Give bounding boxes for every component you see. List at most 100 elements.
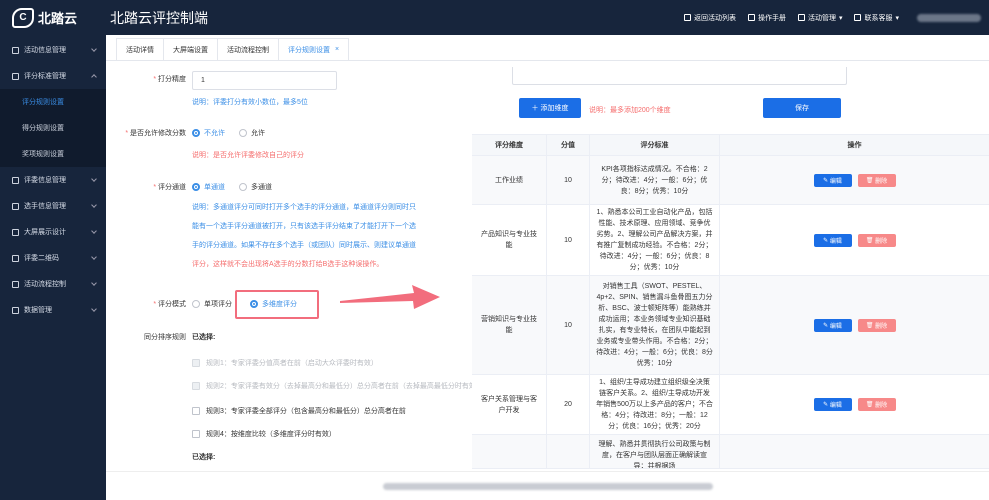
delete-button[interactable]: 🗑 删除 <box>857 233 896 247</box>
sidebar-subitem-score-rule[interactable]: 评分规则设置 <box>0 89 106 115</box>
logo: C 北踏云 <box>0 0 106 35</box>
contact-service-menu[interactable]: 联系客服 ▾ <box>854 13 899 23</box>
selected-label: 已选择: <box>192 334 216 341</box>
save-button[interactable]: 保存 <box>763 98 841 118</box>
dimension-name: 工作业绩 <box>472 156 547 204</box>
col-criteria: 评分标准 <box>590 135 720 155</box>
chevron-down-icon <box>91 46 97 52</box>
edit-button[interactable]: ✎ 编辑 <box>813 398 852 411</box>
sidebar-item-judges[interactable]: 评委信息管理 <box>0 167 106 193</box>
grid-icon <box>683 14 691 21</box>
radio-single-channel[interactable]: 单通道 <box>192 182 225 192</box>
dimension-criteria: 1、组织/主导成功建立组织级全决策链客户关系。2、组织/主导成功开发年销售500… <box>590 375 720 434</box>
qrcode-icon <box>12 254 19 262</box>
user-account-menu[interactable] <box>917 13 981 22</box>
chevron-down-icon <box>91 280 97 286</box>
radio-allow[interactable]: 允许 <box>239 128 265 138</box>
dimension-name: 产品知识与专业技能 <box>472 205 547 275</box>
dimension-criteria: 理解、熟悉并贯彻执行公司政策与制度，在客户与团队层面正确解读宣导；并根据场 <box>590 435 720 468</box>
allow-modify-hint: 说明：是否允许评委修改自己的评分 <box>192 152 304 159</box>
chevron-down-icon <box>91 176 97 182</box>
sidebar-item-activity-info[interactable]: 活动信息管理 <box>0 37 106 63</box>
allow-modify-label: * 是否允许修改分数 <box>125 129 186 138</box>
channel-radios: 单通道 多通道 <box>192 182 286 192</box>
delete-button[interactable]: 🗑 删除 <box>857 318 896 332</box>
col-score: 分值 <box>547 135 590 155</box>
dimension-name: 营销知识与专业技能 <box>472 276 547 374</box>
table-row: 产品知识与专业技能 10 1、熟悉本公司工业自动化产品，包括性能、技术原理、应用… <box>472 205 989 276</box>
activity-manage-menu[interactable]: 活动管理 ▾ <box>797 13 843 23</box>
table-row: 工作业绩 10 KPI各项指标达成情况。不合格：2分；待改进：4分；一般：6分；… <box>472 156 989 205</box>
radio-multi-channel[interactable]: 多通道 <box>239 182 272 192</box>
sidebar-item-score-standard[interactable]: 评分标准管理 <box>0 63 106 89</box>
chevron-down-icon: ▾ <box>838 14 843 22</box>
delete-button[interactable]: 🗑 删除 <box>857 173 896 187</box>
top-actions: 返回活动列表 操作手册 活动管理 ▾ 联系客服 ▾ <box>683 0 981 35</box>
rule-1-checkbox[interactable]: 规则1：专家评委分值高者在前（启动大众评委时有效） <box>192 358 378 368</box>
chevron-down-icon <box>91 254 97 260</box>
same-score-label: 同分排序规则 <box>144 334 186 341</box>
rule-3-checkbox[interactable]: 规则3：专家评委全部评分（包含最高分和最低分）总分高者在前 <box>192 406 406 416</box>
sidebar-subitem-point-rule[interactable]: 得分规则设置 <box>0 115 106 141</box>
sidebar-item-contestants[interactable]: 选手信息管理 <box>0 193 106 219</box>
chevron-up-icon <box>91 74 97 80</box>
footer-copyright <box>382 482 713 490</box>
delete-button[interactable]: 🗑 删除 <box>857 398 896 411</box>
chevron-down-icon: ▾ <box>895 14 899 22</box>
tab-activity-detail[interactable]: 活动详情 <box>116 38 164 60</box>
channel-label: * 评分通道 <box>153 183 186 192</box>
table-row: 理解、熟悉并贯彻执行公司政策与制度，在客户与团队层面正确解读宣导；并根据场 <box>472 435 989 469</box>
book-icon <box>747 14 755 21</box>
tab-score-rule[interactable]: 评分规则设置 × <box>278 38 350 60</box>
precision-label: * 打分精度 <box>153 75 186 84</box>
col-dimension: 评分维度 <box>472 135 547 155</box>
radio-not-allow[interactable]: 不允许 <box>192 128 225 138</box>
dimension-score: 10 <box>547 205 590 275</box>
list-icon <box>797 14 805 21</box>
precision-input[interactable]: 1 <box>192 71 337 90</box>
close-icon[interactable]: × <box>335 46 339 53</box>
allow-modify-radios: 不允许 允许 <box>192 128 279 138</box>
clock-icon <box>12 280 19 288</box>
person-icon <box>12 202 19 210</box>
add-dimension-button[interactable]: ＋ 添加维度 <box>519 98 581 118</box>
dimension-criteria: 对销售工具（SWOT、PESTEL、4p+2、SPIN、销售漏斗鱼骨图五力分析、… <box>590 276 720 374</box>
selected-label-2: 已选择: <box>192 454 216 461</box>
doc-icon <box>12 46 19 54</box>
chevron-down-icon <box>91 202 97 208</box>
dimension-name: 客户关系管理与客户开发 <box>472 375 547 434</box>
dimension-input-area[interactable] <box>512 67 847 85</box>
sidebar-item-flow-control[interactable]: 活动流程控制 <box>0 271 106 297</box>
mode-highlight-box <box>235 290 319 319</box>
footer <box>106 471 989 500</box>
dimension-criteria: 1、熟悉本公司工业自动化产品，包括性能、技术原理、应用领域、竞争优劣势。2、理解… <box>590 205 720 275</box>
rule-2-checkbox[interactable]: 规则2：专家评委有效分（去掉最高分和最低分）总分高者在前（去掉最高最低分时有效） <box>192 381 483 391</box>
service-icon <box>854 14 862 21</box>
app-title: 北踏云评控制端 <box>110 9 208 26</box>
logo-text: 北踏云 <box>38 11 78 26</box>
dimension-score: 10 <box>547 276 590 374</box>
edit-button[interactable]: ✎ 编辑 <box>813 318 852 332</box>
sidebar-item-big-screen[interactable]: 大屏展示设计 <box>0 219 106 245</box>
manual-link[interactable]: 操作手册 <box>747 13 786 23</box>
sidebar: 活动信息管理 评分标准管理 评分规则设置 得分规则设置 奖项规则设置 评委信息管… <box>0 35 106 500</box>
sidebar-item-judge-qrcode[interactable]: 评委二维码 <box>0 245 106 271</box>
radio-single-item[interactable]: 单项评分 <box>192 299 232 309</box>
chevron-down-icon <box>91 306 97 312</box>
col-actions: 操作 <box>847 142 862 149</box>
rule-4-checkbox[interactable]: 规则4：按维度比较（多维度评分时有效） <box>192 429 336 439</box>
tab-big-screen[interactable]: 大屏端设置 <box>163 38 218 60</box>
edit-button[interactable]: ✎ 编辑 <box>813 173 852 187</box>
dimension-score: 20 <box>547 375 590 434</box>
mode-label: * 评分模式 <box>153 300 186 309</box>
sidebar-subitem-award-rule[interactable]: 奖项规则设置 <box>0 141 106 167</box>
tab-flow-control[interactable]: 活动流程控制 <box>217 38 279 60</box>
sidebar-item-data[interactable]: 数据管理 <box>0 297 106 323</box>
edit-icon <box>12 72 19 80</box>
dimension-criteria: KPI各项指标达成情况。不合格：2分；待改进：4分；一般：6分；优良：8分；优秀… <box>590 156 720 204</box>
dimension-score: 10 <box>547 156 590 204</box>
edit-button[interactable]: ✎ 编辑 <box>813 233 852 247</box>
precision-hint: 说明：评委打分有效小数位，最多5位 <box>192 99 308 106</box>
table-row: 营销知识与专业技能 10 对销售工具（SWOT、PESTEL、4p+2、SPIN… <box>472 276 989 375</box>
back-to-activity-list-link[interactable]: 返回活动列表 <box>683 13 736 23</box>
